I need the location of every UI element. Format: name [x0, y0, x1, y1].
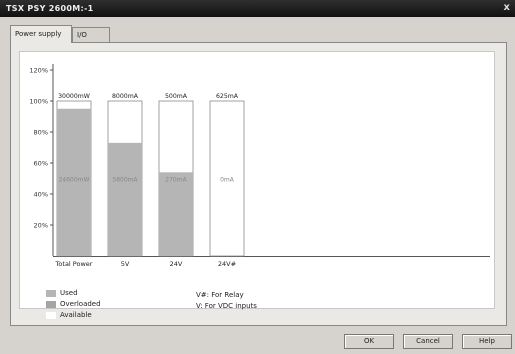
legend-label-used: Used — [60, 289, 78, 297]
legend-label-available: Available — [60, 311, 92, 319]
power-supply-panel: 20% 40% 60% 80% 100% 120% 30000mW 24600mW Total … — [10, 42, 507, 326]
bar-used-label: 270mA — [165, 177, 187, 184]
bar-capacity-label: 625mA — [216, 93, 239, 100]
y-tick-label: 20% — [34, 222, 48, 230]
legend-swatch-used — [46, 290, 56, 297]
legend-label-overloaded: Overloaded — [60, 300, 101, 308]
power-chart: 20% 40% 60% 80% 100% 120% 30000mW 24600mW Total … — [29, 64, 490, 268]
tab-io[interactable]: I/O — [72, 27, 110, 42]
bar-used-label: 24600mW — [59, 177, 90, 184]
chart-area: 20% 40% 60% 80% 100% 120% 30000mW 24600mW Total … — [19, 51, 495, 309]
y-tick-label: 40% — [34, 191, 48, 199]
y-tick-label: 120% — [29, 67, 48, 75]
y-tick-label: 60% — [34, 160, 48, 168]
y-tick-label: 100% — [29, 98, 48, 106]
dialog-buttons: OK Cancel Help — [0, 334, 515, 350]
bar-used-label: 0mA — [220, 177, 235, 184]
tab-power-supply[interactable]: Power supply — [10, 25, 72, 43]
category-label: 5V — [121, 260, 130, 268]
y-tick-label: 80% — [34, 129, 48, 137]
legend-swatch-available — [46, 312, 56, 319]
ok-button[interactable]: OK — [344, 334, 394, 349]
category-label: 24V — [170, 260, 183, 268]
legend-swatch-overloaded — [46, 301, 56, 308]
bar-capacity-label: 30000mW — [58, 93, 90, 100]
category-label: Total Power — [55, 260, 93, 268]
bar-used — [108, 142, 142, 256]
help-button[interactable]: Help — [462, 334, 512, 349]
bar-used — [159, 172, 193, 256]
bar-capacity-label: 8000mA — [112, 93, 139, 100]
note-relay: V#: For Relay — [196, 291, 244, 299]
close-icon[interactable]: x — [504, 2, 510, 13]
category-label: 24V# — [218, 260, 236, 268]
cancel-button[interactable]: Cancel — [403, 334, 453, 349]
title-bar: TSX PSY 2600M:-1 x — [0, 0, 515, 17]
bar-capacity-label: 500mA — [165, 93, 188, 100]
window-title: TSX PSY 2600M:-1 — [6, 4, 94, 13]
note-vdc: V: For VDC inputs — [196, 302, 257, 310]
bar-used-label: 5800mA — [112, 177, 138, 184]
